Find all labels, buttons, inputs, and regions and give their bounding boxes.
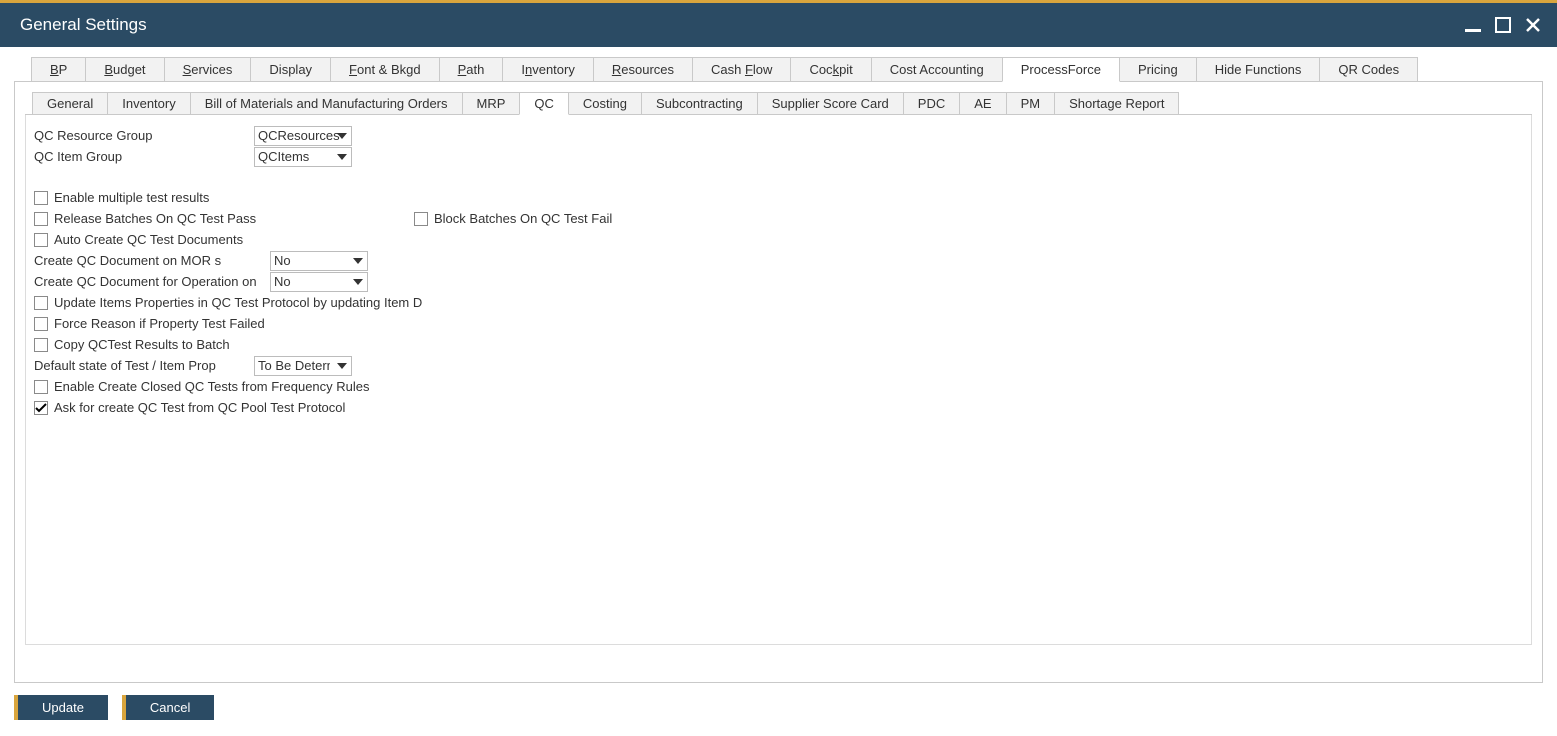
label-qc-resource-group: QC Resource Group: [34, 128, 254, 143]
chevron-down-icon: [353, 279, 363, 285]
chevron-down-icon: [337, 363, 347, 369]
tab-inventory[interactable]: Inventory: [502, 57, 594, 81]
row-update-items: Update Items Properties in QC Test Proto…: [34, 292, 1523, 313]
checkbox-update-items[interactable]: [34, 296, 48, 310]
content-area: BPBudgetServicesDisplayFont & BkgdPathIn…: [0, 47, 1557, 683]
tab-font-bkgd[interactable]: Font & Bkgd: [330, 57, 440, 81]
row-ask-create: Ask for create QC Test from QC Pool Test…: [34, 397, 374, 418]
row-auto-create: Auto Create QC Test Documents: [34, 229, 1523, 250]
subtab-supplier-score-card[interactable]: Supplier Score Card: [757, 92, 904, 114]
chevron-down-icon: [337, 154, 347, 160]
subtab-subcontracting[interactable]: Subcontracting: [641, 92, 758, 114]
titlebar: General Settings: [0, 3, 1557, 47]
settings-window: General Settings BPBudgetServicesDisplay…: [0, 0, 1557, 736]
tab-bp[interactable]: BP: [31, 57, 86, 81]
tab-panel: GeneralInventoryBill of Materials and Ma…: [14, 82, 1543, 683]
chevron-down-icon: [337, 133, 347, 139]
row-default-state: Default state of Test / Item Prop To Be …: [34, 355, 1523, 376]
row-enable-closed: Enable Create Closed QC Tests from Frequ…: [34, 376, 374, 397]
checkbox-force-reason[interactable]: [34, 317, 48, 331]
checkbox-ask-create[interactable]: [34, 401, 48, 415]
checkbox-enable-multiple[interactable]: [34, 191, 48, 205]
window-title: General Settings: [20, 15, 147, 35]
label-create-for-op: Create QC Document for Operation on: [34, 274, 270, 289]
chevron-down-icon: [353, 258, 363, 264]
tab-display[interactable]: Display: [250, 57, 331, 81]
row-enable-multiple: Enable multiple test results: [34, 187, 1523, 208]
select-default-state[interactable]: To Be Determined: [254, 356, 352, 376]
footer: Update Cancel: [0, 683, 1557, 736]
update-button[interactable]: Update: [14, 695, 108, 720]
tab-cockpit[interactable]: Cockpit: [790, 57, 871, 81]
tab-cash-flow[interactable]: Cash Flow: [692, 57, 791, 81]
qc-panel: QC Resource Group QCResources QC Item Gr…: [25, 115, 1532, 645]
row-qc-resource-group: QC Resource Group QCResources: [34, 125, 1523, 146]
subtab-inventory[interactable]: Inventory: [107, 92, 190, 114]
window-controls: [1463, 15, 1543, 35]
checkbox-block-batches[interactable]: [414, 212, 428, 226]
select-create-for-op[interactable]: No: [270, 272, 368, 292]
row-create-for-op: Create QC Document for Operation on No: [34, 271, 1523, 292]
label-qc-item-group: QC Item Group: [34, 149, 254, 164]
subtab-qc[interactable]: QC: [519, 92, 569, 115]
select-qc-resource-group[interactable]: QCResources: [254, 126, 352, 146]
subtab-pdc[interactable]: PDC: [903, 92, 960, 114]
tab-hide-functions[interactable]: Hide Functions: [1196, 57, 1321, 81]
select-qc-item-group[interactable]: QCItems: [254, 147, 352, 167]
subtab-costing[interactable]: Costing: [568, 92, 642, 114]
tab-processforce[interactable]: ProcessForce: [1002, 57, 1120, 82]
maximize-icon[interactable]: [1493, 15, 1513, 35]
subtab-ae[interactable]: AE: [959, 92, 1006, 114]
checkbox-auto-create[interactable]: [34, 233, 48, 247]
checkbox-copy-qc[interactable]: [34, 338, 48, 352]
tab-pricing[interactable]: Pricing: [1119, 57, 1197, 81]
tab-qr-codes[interactable]: QR Codes: [1319, 57, 1418, 81]
cancel-button[interactable]: Cancel: [122, 695, 214, 720]
subtab-mrp[interactable]: MRP: [462, 92, 521, 114]
close-icon[interactable]: [1523, 15, 1543, 35]
label-default-state: Default state of Test / Item Prop: [34, 358, 254, 373]
tab-path[interactable]: Path: [439, 57, 504, 81]
row-copy-qc: Copy QCTest Results to Batch: [34, 334, 1523, 355]
row-force-reason: Force Reason if Property Test Failed: [34, 313, 1523, 334]
subtab-shortage-report[interactable]: Shortage Report: [1054, 92, 1179, 114]
tab-cost-accounting[interactable]: Cost Accounting: [871, 57, 1003, 81]
select-create-on-mor[interactable]: No: [270, 251, 368, 271]
subtab-pm[interactable]: PM: [1006, 92, 1056, 114]
label-create-on-mor: Create QC Document on MOR s: [34, 253, 270, 268]
checkbox-release-batches[interactable]: [34, 212, 48, 226]
row-create-on-mor: Create QC Document on MOR s No: [34, 250, 1523, 271]
row-qc-item-group: QC Item Group QCItems: [34, 146, 1523, 167]
subtab-general[interactable]: General: [32, 92, 108, 114]
tab-services[interactable]: Services: [164, 57, 252, 81]
subtab-bill-of-materials-and-manufacturing-orders[interactable]: Bill of Materials and Manufacturing Orde…: [190, 92, 463, 114]
row-release-block: Release Batches On QC Test Pass Block Ba…: [34, 208, 1523, 229]
minimize-icon[interactable]: [1463, 15, 1483, 35]
tab-resources[interactable]: Resources: [593, 57, 693, 81]
main-tabstrip: BPBudgetServicesDisplayFont & BkgdPathIn…: [14, 57, 1543, 82]
tab-budget[interactable]: Budget: [85, 57, 164, 81]
checkbox-enable-closed[interactable]: [34, 380, 48, 394]
sub-tabstrip: GeneralInventoryBill of Materials and Ma…: [25, 92, 1532, 115]
